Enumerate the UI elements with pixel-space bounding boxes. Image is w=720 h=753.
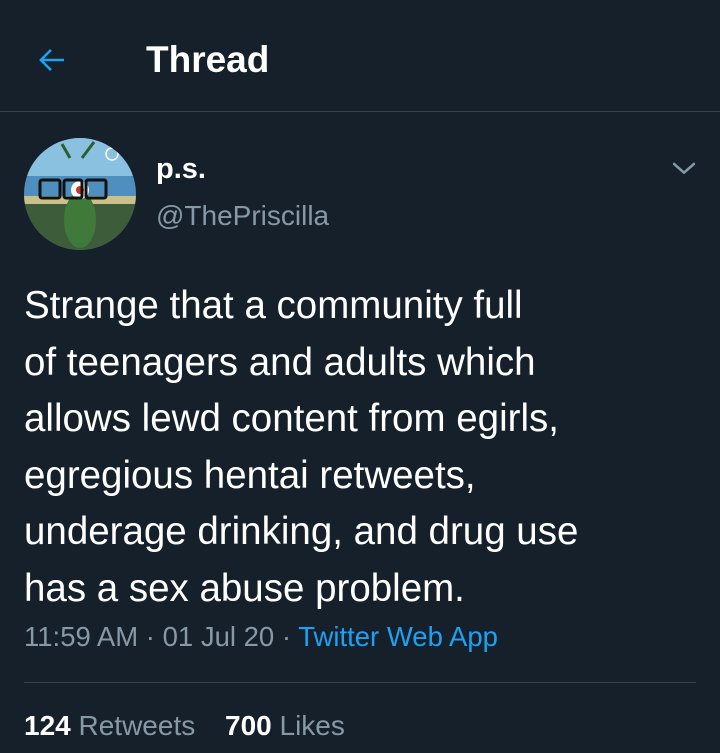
divider bbox=[24, 682, 696, 683]
tweet-time[interactable]: 11:59 AM bbox=[24, 621, 138, 652]
avatar[interactable] bbox=[24, 138, 136, 250]
tweet-stats: 124 Retweets 700 Likes bbox=[24, 709, 345, 743]
retweets-count: 124 bbox=[24, 710, 71, 741]
likes-label: Likes bbox=[279, 710, 345, 741]
retweets-stat[interactable]: 124 Retweets bbox=[24, 709, 195, 743]
meta-separator: · bbox=[281, 621, 292, 652]
top-bar: Thread bbox=[0, 0, 720, 112]
chevron-down-icon bbox=[672, 162, 696, 174]
more-options-button[interactable] bbox=[664, 150, 704, 186]
page-title: Thread bbox=[146, 39, 270, 80]
arrow-left-icon bbox=[39, 49, 64, 71]
likes-count: 700 bbox=[225, 710, 272, 741]
back-button[interactable] bbox=[30, 38, 74, 82]
meta-separator: · bbox=[145, 621, 155, 652]
tweet-source-link[interactable]: Twitter Web App bbox=[298, 621, 498, 652]
tweet-date[interactable]: 01 Jul 20 bbox=[163, 621, 275, 652]
retweets-label: Retweets bbox=[78, 710, 196, 741]
tweet-text: Strange that a community full of teenage… bbox=[24, 284, 579, 610]
author-handle[interactable]: @ThePriscilla bbox=[156, 199, 329, 233]
likes-stat[interactable]: 700 Likes bbox=[225, 709, 345, 743]
tweet-metadata: 11:59 AM · 01 Jul 20 · Twitter Web App bbox=[24, 620, 498, 654]
author-display-name[interactable]: p.s. bbox=[156, 152, 206, 186]
